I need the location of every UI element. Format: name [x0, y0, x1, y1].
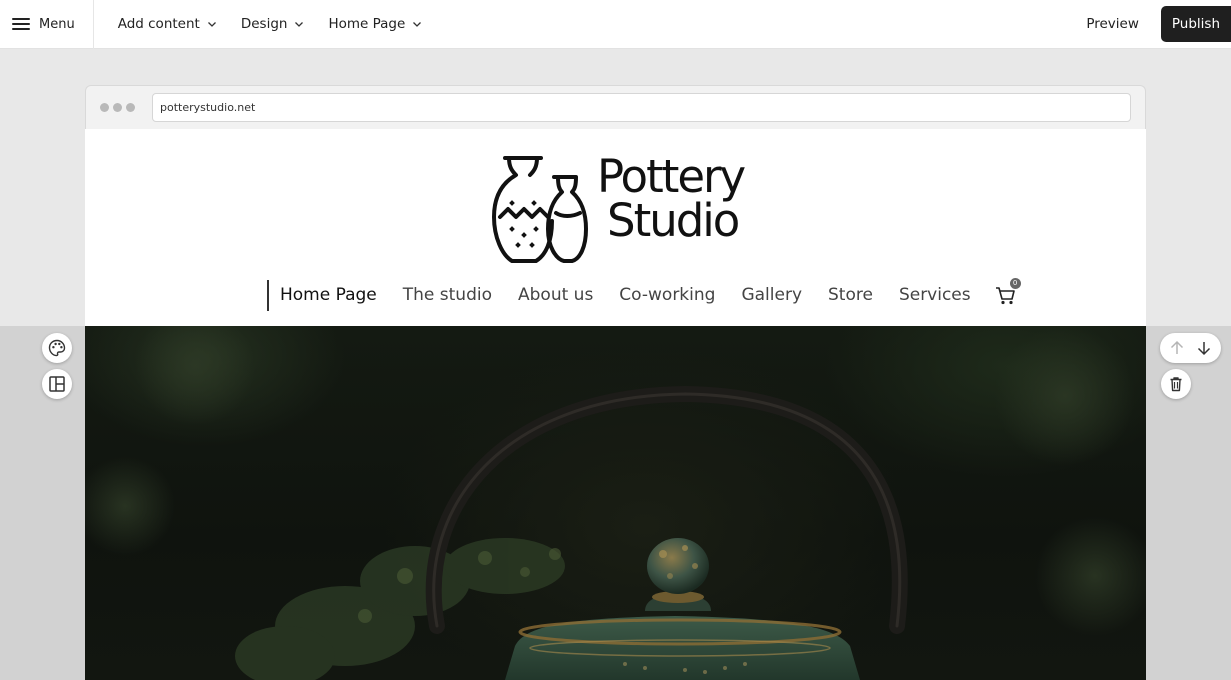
arrow-down-icon	[1197, 342, 1210, 356]
nav-item-the-studio[interactable]: The studio	[403, 285, 492, 305]
publish-button[interactable]: Publish	[1160, 6, 1231, 42]
chevron-down-icon	[295, 21, 304, 27]
nav-item-about-us[interactable]: About us	[518, 285, 593, 305]
delete-section-button[interactable]	[1161, 369, 1191, 399]
preview-button[interactable]: Preview	[1086, 16, 1139, 32]
logo-line-2: Studio	[607, 194, 740, 247]
design-label: Design	[240, 16, 288, 32]
move-down-button[interactable]	[1192, 336, 1216, 360]
hero-image[interactable]	[85, 326, 1146, 680]
url-bar: potterystudio.net	[152, 93, 1131, 122]
nav-active-indicator	[267, 279, 269, 311]
page-selector-dropdown[interactable]: Home Page	[328, 16, 422, 32]
site-navigation: Home Page The studio About us Co-working…	[267, 278, 1021, 311]
palette-icon	[48, 339, 66, 357]
add-content-dropdown[interactable]: Add content	[118, 16, 217, 32]
site-header[interactable]: Pottery Studio Home Page The studio Abou…	[85, 129, 1146, 326]
nav-item-gallery[interactable]: Gallery	[741, 285, 802, 305]
trash-icon	[1170, 377, 1182, 392]
site-logo[interactable]: Pottery Studio	[492, 150, 746, 267]
nav-item-store[interactable]: Store	[828, 285, 873, 305]
editor-toolbar: Menu Add content Design Home Page Previe…	[0, 0, 1231, 49]
menu-label: Menu	[39, 16, 75, 32]
logo-line-1: Pottery	[597, 150, 746, 203]
cart-button[interactable]: 0	[995, 278, 1021, 306]
cart-count-badge: 0	[1009, 278, 1021, 289]
page-selector-label: Home Page	[328, 16, 406, 32]
layout-icon	[49, 376, 65, 392]
move-up-button[interactable]	[1165, 336, 1189, 360]
add-content-label: Add content	[117, 16, 200, 32]
chevron-down-icon	[413, 21, 422, 27]
section-style-button[interactable]	[42, 333, 72, 363]
logo-wordmark: Pottery Studio	[597, 150, 746, 247]
browser-frame-bar: potterystudio.net	[85, 85, 1146, 129]
design-dropdown[interactable]: Design	[241, 16, 305, 32]
section-layout-button[interactable]	[42, 369, 72, 399]
vases-icon	[492, 156, 588, 263]
hamburger-icon	[12, 18, 30, 30]
chevron-down-icon	[207, 21, 216, 27]
nav-item-home-page[interactable]: Home Page	[280, 285, 377, 305]
arrow-up-icon	[1171, 340, 1184, 354]
window-dots-icon	[100, 103, 135, 112]
nav-item-co-working[interactable]: Co-working	[619, 285, 715, 305]
nav-item-services[interactable]: Services	[899, 285, 971, 305]
section-reorder-controls	[1160, 333, 1221, 363]
menu-button[interactable]: Menu	[0, 0, 94, 49]
teapot-photo	[85, 326, 1146, 680]
